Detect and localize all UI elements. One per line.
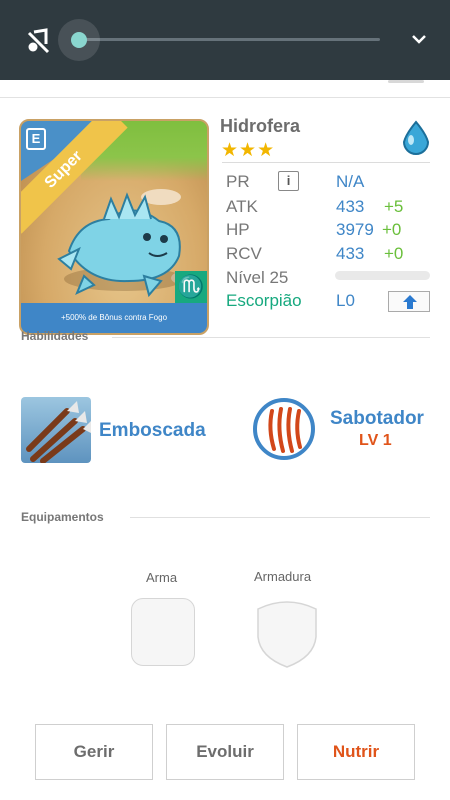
armor-label: Armadura — [254, 569, 312, 584]
rarity-stars: ★★★ — [221, 140, 276, 161]
armor-slot[interactable] — [254, 597, 320, 669]
stat-hp-bonus: +0 — [382, 220, 402, 239]
stat-atk-bonus: +5 — [384, 197, 404, 216]
stat-atk-value: 433 — [336, 197, 365, 216]
claw-marks-icon[interactable] — [252, 397, 316, 461]
stat-atk-label: ATK — [226, 197, 258, 216]
stat-pr-value: N/A — [336, 172, 365, 191]
arrow-up-icon — [403, 295, 417, 309]
stat-rcv-value: 433 — [336, 244, 365, 263]
monster-card[interactable]: Super E ♏ +500% de Bônus contra Fogo — [19, 119, 209, 335]
weapon-label: Arma — [146, 570, 178, 585]
volume-slider-track[interactable] — [80, 38, 380, 41]
passive-skill-name[interactable]: Sabotador — [330, 408, 424, 430]
abilities-heading: Habilidades — [21, 329, 89, 343]
mute-icon[interactable] — [26, 28, 52, 54]
feed-button[interactable]: Nutrir — [297, 724, 415, 780]
zodiac-icon: ♏ — [175, 271, 207, 303]
element-badge: E — [26, 128, 46, 150]
manage-button[interactable]: Gerir — [35, 724, 153, 780]
evolve-button[interactable]: Evoluir — [166, 724, 284, 780]
weapon-slot[interactable] — [131, 598, 195, 666]
header-remnant — [0, 80, 450, 98]
media-bar — [0, 0, 450, 80]
level-progress-bar — [335, 271, 430, 280]
info-icon[interactable]: i — [278, 171, 299, 191]
stat-pr-label: PR — [226, 172, 250, 191]
active-skill-name[interactable]: Emboscada — [99, 420, 206, 442]
monster-name: Hidrofera — [220, 116, 301, 136]
upgrade-rank-button[interactable] — [388, 291, 430, 312]
stat-rcv-bonus: +0 — [384, 244, 404, 263]
rank-value: L0 — [336, 291, 355, 310]
stat-rcv-label: RCV — [226, 244, 262, 263]
zodiac-name: Escorpião — [226, 291, 302, 310]
equipment-heading: Equipamentos — [21, 510, 104, 524]
volume-slider-thumb[interactable] — [71, 32, 87, 48]
passive-skill-level: LV 1 — [359, 432, 392, 449]
stat-hp-label: HP — [226, 220, 250, 239]
water-drop-icon — [402, 120, 430, 155]
stat-hp-value: 3979 — [336, 220, 374, 239]
chevron-down-icon[interactable] — [410, 32, 428, 46]
level-label: Nível 25 — [226, 268, 289, 287]
arrows-skill-icon[interactable] — [21, 397, 91, 463]
